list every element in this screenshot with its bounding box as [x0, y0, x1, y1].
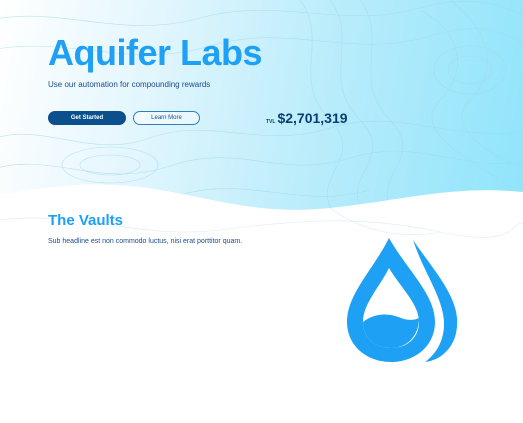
vaults-title: The Vaults: [48, 212, 124, 229]
tvl-label: TVL: [266, 119, 276, 125]
get-started-button[interactable]: Get Started: [48, 111, 126, 125]
vaults-subtitle: Sub headline est non commodo luctus, nis…: [48, 238, 243, 245]
water-drops-icon: [347, 238, 458, 362]
learn-more-button[interactable]: Learn More: [133, 111, 200, 125]
tvl-stat: TVL $2,701,319: [266, 110, 348, 128]
tvl-value: $2,701,319: [277, 110, 348, 126]
hero-subtitle: Use our automation for compounding rewar…: [48, 80, 211, 89]
page-title: Aquifer Labs: [48, 32, 263, 73]
